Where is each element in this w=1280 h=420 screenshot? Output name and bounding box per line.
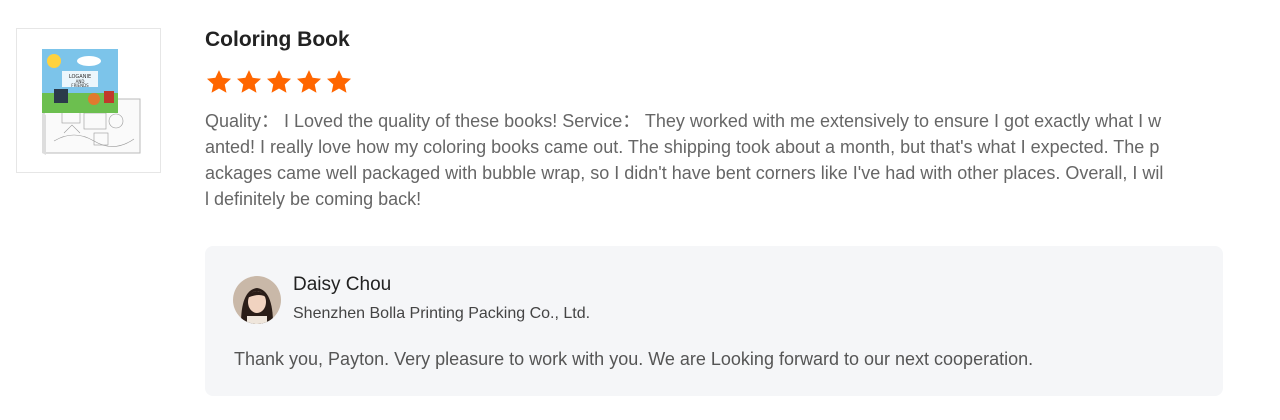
- reply-company-name[interactable]: Shenzhen Bolla Printing Packing Co., Ltd…: [293, 305, 590, 323]
- reply-text: Thank you, Payton. Very pleasure to work…: [234, 349, 1034, 369]
- svg-text:FRIENDS: FRIENDS: [71, 83, 89, 88]
- star-rating: [205, 68, 1205, 96]
- star-icon: [265, 68, 293, 96]
- review-card: Coloring Book Quality： I Loved the quali…: [205, 26, 1205, 212]
- star-icon: [295, 68, 323, 96]
- reply-author-name: Daisy Chou: [293, 274, 392, 295]
- coloring-book-image: LOGANIE AND FRIENDS: [41, 48, 140, 155]
- star-icon: [205, 68, 233, 96]
- avatar: [233, 276, 281, 324]
- seller-reply: Daisy Chou Shenzhen Bolla Printing Packi…: [205, 246, 1223, 396]
- product-title[interactable]: Coloring Book: [205, 26, 1205, 54]
- product-thumbnail[interactable]: LOGANIE AND FRIENDS: [16, 28, 161, 173]
- star-icon: [235, 68, 263, 96]
- review-text: Quality： I Loved the quality of these bo…: [205, 111, 1164, 209]
- star-icon: [325, 68, 353, 96]
